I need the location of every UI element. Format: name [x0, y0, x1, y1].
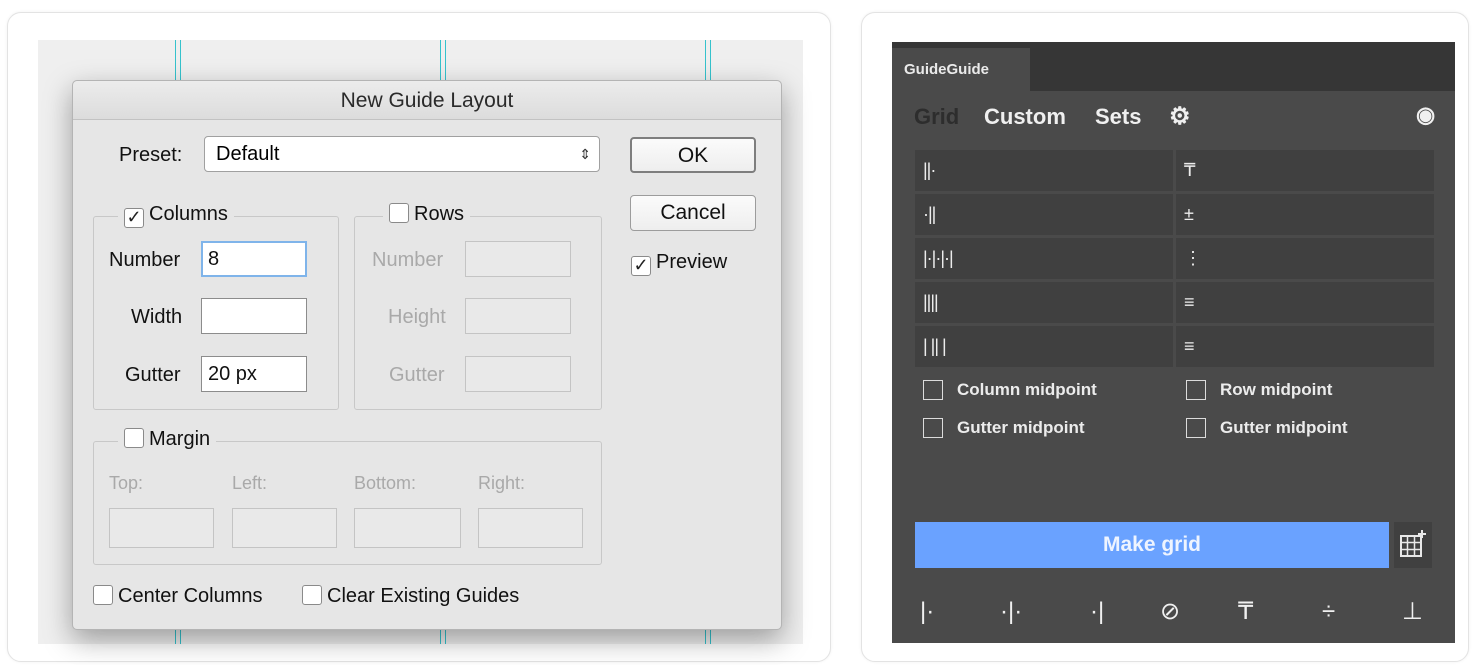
center-columns-checkbox[interactable]: Center Columns	[93, 585, 263, 608]
checkbox-icon	[93, 585, 113, 605]
preset-label: Preset:	[119, 144, 183, 166]
gear-icon[interactable]: ⚙	[1169, 102, 1191, 131]
new-guide-layout-dialog: New Guide Layout Preset: Default ⇕ OK Ca…	[72, 80, 782, 630]
columns-width-label: Width	[131, 306, 183, 328]
row-height-field[interactable]: ≡	[1176, 282, 1434, 323]
row-margin-bottom-field[interactable]: ±	[1176, 194, 1434, 235]
panel-header: GuideGuide	[892, 42, 1455, 91]
column-margin-right-icon: ·||	[923, 204, 936, 224]
guide-top-icon[interactable]: ₸	[1238, 597, 1253, 627]
margin-top-input[interactable]	[109, 508, 214, 548]
checkbox-icon	[923, 380, 943, 400]
row-margin-bottom-icon: ±	[1184, 204, 1194, 224]
row-gutter-midpoint-checkbox[interactable]: Gutter midpoint	[1186, 418, 1347, 438]
margin-bottom-input[interactable]	[354, 508, 461, 548]
row-gutter-midpoint-label: Gutter midpoint	[1220, 418, 1348, 437]
columns-gutter-label: Gutter	[125, 364, 181, 386]
rows-height-label: Height	[388, 306, 446, 328]
clear-guides-checkbox[interactable]: Clear Existing Guides	[302, 585, 519, 608]
column-gutter-icon: | || |	[923, 336, 947, 356]
margin-checkbox[interactable]: Margin	[118, 428, 217, 451]
columns-number-label: Number	[109, 249, 181, 271]
guide-bottom-icon[interactable]: ⊥	[1402, 597, 1423, 627]
columns-number-input[interactable]: 8	[201, 241, 307, 277]
column-gutter-field[interactable]: | || |	[915, 326, 1173, 367]
column-width-icon: ||||	[923, 292, 939, 312]
row-margin-top-icon: ₸	[1184, 160, 1195, 180]
margin-left-input[interactable]	[232, 508, 337, 548]
columns-width-input[interactable]	[201, 298, 307, 334]
margin-legend: Margin	[149, 428, 211, 450]
rows-number-input[interactable]	[465, 241, 571, 277]
rows-gutter-input[interactable]	[465, 356, 571, 392]
tab-sets[interactable]: Sets	[1095, 104, 1141, 130]
cancel-button[interactable]: Cancel	[630, 195, 756, 231]
columns-legend: Columns	[149, 203, 228, 225]
row-gutter-field[interactable]: ≡	[1176, 326, 1434, 367]
column-width-field[interactable]: ||||	[915, 282, 1173, 323]
rows-gutter-label: Gutter	[389, 364, 445, 386]
guideguide-screenshot-card: GuideGuide Grid Custom Sets ⚙ ◉ ||· ·| | …	[861, 12, 1469, 662]
rows-number-label: Number	[372, 249, 444, 271]
add-grid-set-button[interactable]	[1394, 522, 1432, 568]
guide-left-icon[interactable]: |·	[920, 597, 934, 627]
grid-plus-icon	[1400, 530, 1426, 557]
column-margin-left-field[interactable]: ||·	[915, 150, 1173, 191]
preset-select[interactable]: Default ⇕	[204, 136, 600, 172]
row-count-field[interactable]: ⋮	[1176, 238, 1434, 279]
make-grid-button[interactable]: Make grid	[915, 522, 1389, 568]
row-midpoint-label: Row midpoint	[1220, 380, 1333, 399]
preview-checkbox[interactable]: ✓ Preview	[631, 251, 727, 276]
checkbox-icon	[389, 203, 409, 223]
row-margin-top-field[interactable]: ₸	[1176, 150, 1434, 191]
checkmark-icon: ✓	[631, 256, 651, 276]
checkbox-icon	[923, 418, 943, 438]
checkbox-icon	[302, 585, 322, 605]
eye-icon[interactable]: ◉	[1416, 102, 1435, 128]
column-margin-right-field[interactable]: ·||	[915, 194, 1173, 235]
margin-top-label: Top:	[109, 473, 144, 493]
column-midpoint-label: Column midpoint	[957, 380, 1097, 399]
preview-label: Preview	[656, 251, 728, 273]
checkbox-icon	[124, 428, 144, 448]
guide-horizontal-midpoint-icon[interactable]: ÷	[1322, 597, 1335, 627]
preset-value: Default	[216, 143, 280, 165]
checkbox-icon	[1186, 418, 1206, 438]
column-midpoint-checkbox[interactable]: Column midpoint	[923, 380, 1097, 400]
rows-checkbox[interactable]: Rows	[383, 203, 471, 226]
tab-grid[interactable]: Grid	[914, 104, 959, 130]
clear-guides-label: Clear Existing Guides	[327, 585, 520, 607]
select-arrows-icon: ⇕	[579, 146, 591, 162]
checkbox-icon	[1186, 380, 1206, 400]
clear-guides-icon[interactable]: ⊘	[1160, 597, 1180, 627]
rows-legend: Rows	[414, 203, 465, 225]
margin-bottom-label: Bottom:	[354, 473, 417, 493]
margin-right-input[interactable]	[478, 508, 583, 548]
guideguide-panel: GuideGuide Grid Custom Sets ⚙ ◉ ||· ·| | …	[892, 42, 1455, 643]
center-columns-label: Center Columns	[118, 585, 263, 607]
photoshop-screenshot-card: New Guide Layout Preset: Default ⇕ OK Ca…	[7, 12, 831, 662]
columns-gutter-input[interactable]: 20 px	[201, 356, 307, 392]
dialog-title: New Guide Layout	[73, 81, 781, 120]
column-gutter-midpoint-label: Gutter midpoint	[957, 418, 1085, 437]
margin-right-label: Right:	[478, 473, 526, 493]
ok-button[interactable]: OK	[630, 137, 756, 173]
row-midpoint-checkbox[interactable]: Row midpoint	[1186, 380, 1332, 400]
margin-left-label: Left:	[232, 473, 268, 493]
checkmark-icon: ✓	[124, 208, 144, 228]
row-count-icon: ⋮	[1184, 248, 1202, 268]
tab-custom[interactable]: Custom	[984, 104, 1066, 130]
rows-height-input[interactable]	[465, 298, 571, 334]
panel-tab-guideguide[interactable]: GuideGuide	[892, 48, 1030, 91]
row-gutter-icon: ≡	[1184, 336, 1194, 356]
guide-vertical-midpoint-icon[interactable]: ·|·	[1000, 597, 1022, 627]
column-count-field[interactable]: |·|·|·|	[915, 238, 1173, 279]
column-margin-left-icon: ||·	[923, 160, 936, 180]
guide-right-icon[interactable]: ·|	[1090, 597, 1104, 627]
column-count-icon: |·|·|·|	[923, 248, 954, 268]
columns-checkbox[interactable]: ✓ Columns	[118, 203, 234, 228]
row-height-icon: ≡	[1184, 292, 1194, 312]
column-gutter-midpoint-checkbox[interactable]: Gutter midpoint	[923, 418, 1084, 438]
